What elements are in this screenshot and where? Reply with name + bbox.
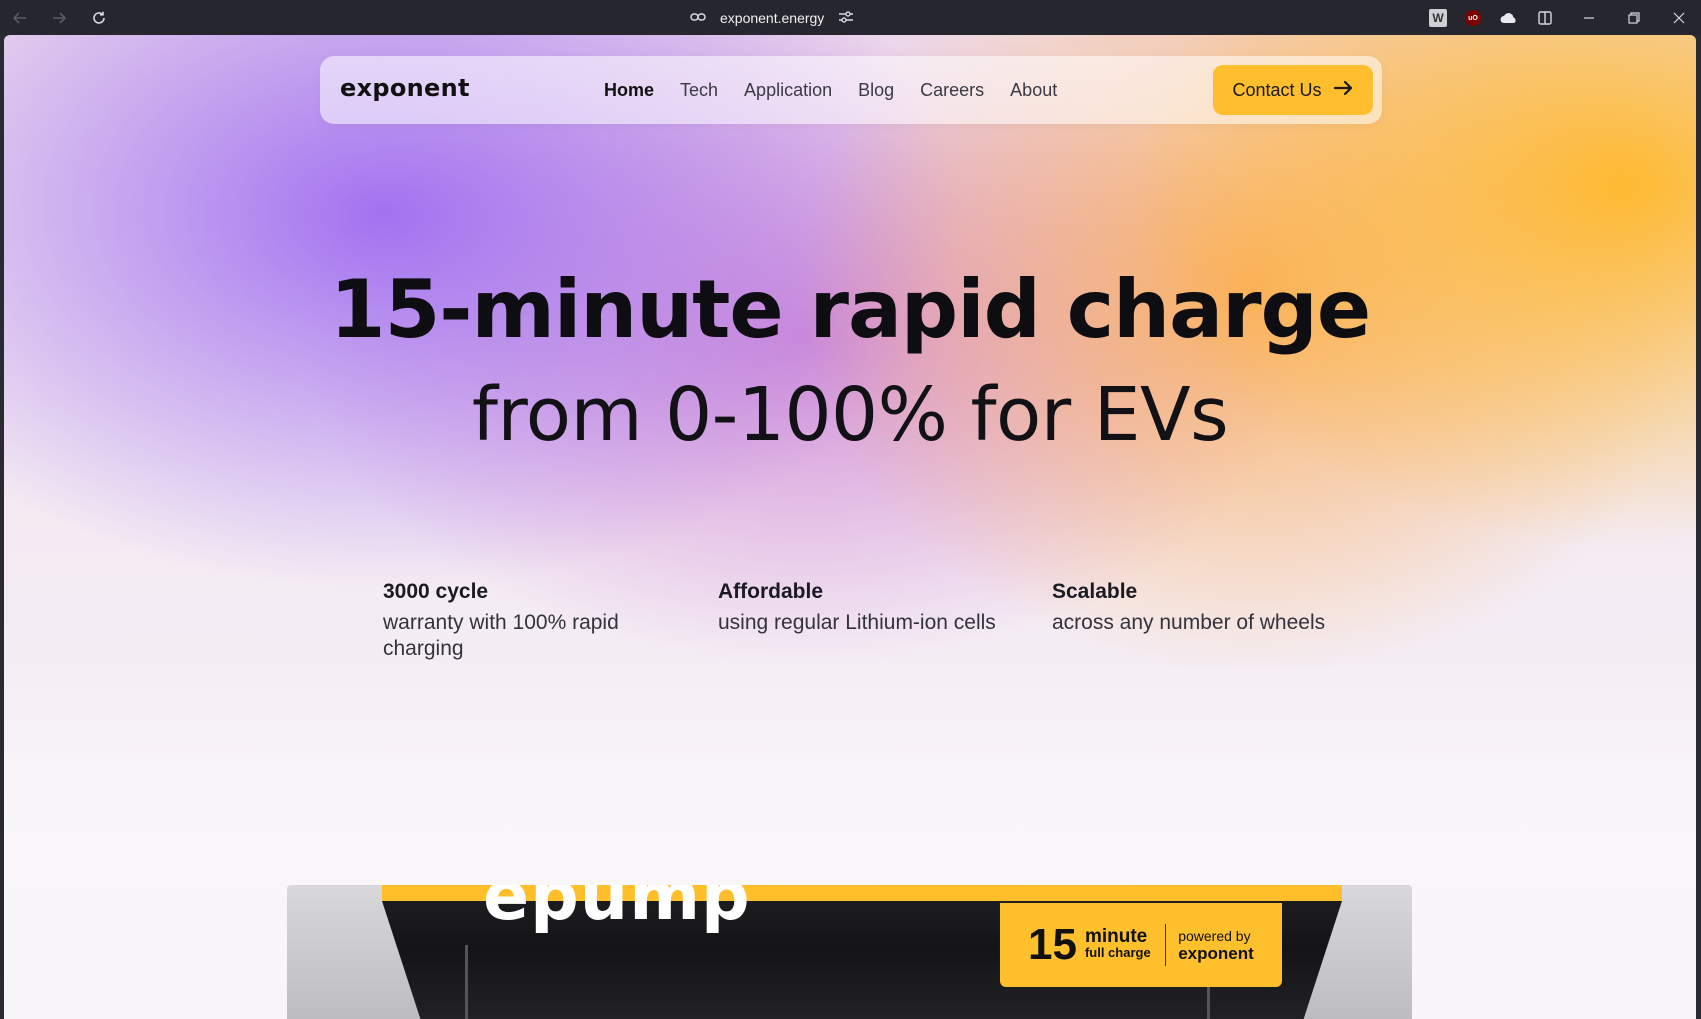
feature-description: across any number of wheels (1052, 611, 1326, 634)
arrow-right-icon (1333, 80, 1354, 101)
feature-description: using regular Lithium-ion cells (718, 611, 996, 634)
badge-sub: full charge (1084, 945, 1151, 960)
cloud-icon[interactable] (1499, 8, 1519, 28)
nav-menu: Home Tech Application Blog Careers About (604, 80, 1083, 101)
badge-divider (1164, 924, 1167, 966)
powered-label: powered by (1178, 928, 1251, 944)
minimize-icon[interactable] (1579, 8, 1599, 28)
feature-description: warranty with 100% rapid charging (383, 611, 619, 660)
hero-title: 15-minute rapid charge (329, 263, 1371, 356)
feature-scalable: Scalable across any number of wheels (1052, 580, 1332, 636)
feature-title: Affordable (718, 580, 823, 603)
nav-item-home[interactable]: Home (604, 80, 654, 101)
sidebar-icon[interactable] (1535, 8, 1555, 28)
feature-affordable: Affordable using regular Lithium-ion cel… (718, 580, 998, 636)
browser-toolbar: exponent.energy W uO (0, 0, 1701, 35)
badge-number: 15 (1028, 920, 1077, 969)
url-text[interactable]: exponent.energy (720, 10, 824, 26)
forward-icon[interactable] (49, 8, 69, 28)
feature-title: Scalable (1052, 580, 1138, 603)
contact-us-button[interactable]: Contact Us (1213, 65, 1373, 115)
site-logo[interactable]: exponent (340, 74, 470, 102)
w-extension-icon[interactable]: W (1429, 9, 1447, 27)
nav-item-blog[interactable]: Blog (858, 80, 894, 101)
nav-item-tech[interactable]: Tech (680, 80, 718, 101)
page-viewport: exponent Home Tech Application Blog Care… (4, 35, 1696, 1019)
close-icon[interactable] (1669, 8, 1689, 28)
nav-item-careers[interactable]: Careers (920, 80, 984, 101)
ublock-icon[interactable]: uO (1465, 10, 1481, 26)
charge-badge: 15 minute full charge powered by exponen… (1000, 903, 1282, 987)
back-icon[interactable] (10, 8, 30, 28)
pole (465, 945, 468, 1019)
feature-title: 3000 cycle (383, 580, 489, 603)
hero-subtitle: from 0-100% for EVs (471, 372, 1229, 458)
reload-icon[interactable] (89, 8, 109, 28)
site-settings-icon[interactable] (838, 10, 854, 27)
contact-us-label: Contact Us (1232, 79, 1322, 100)
nav-item-about[interactable]: About (1010, 80, 1057, 101)
epump-sign: epump (483, 885, 751, 936)
epump-station-image: epump 15 minute full charge powered by e… (287, 885, 1412, 1019)
site-navbar: exponent Home Tech Application Blog Care… (320, 56, 1382, 124)
gradient-background (4, 35, 1696, 1019)
address-bar[interactable]: exponent.energy (690, 8, 854, 28)
powered-brand: exponent (1178, 944, 1254, 963)
feature-cycle: 3000 cycle warranty with 100% rapid char… (383, 580, 663, 662)
badge-unit: minute (1084, 926, 1148, 947)
nav-item-application[interactable]: Application (744, 80, 832, 101)
restore-icon[interactable] (1624, 8, 1644, 28)
link-icon (690, 10, 706, 26)
